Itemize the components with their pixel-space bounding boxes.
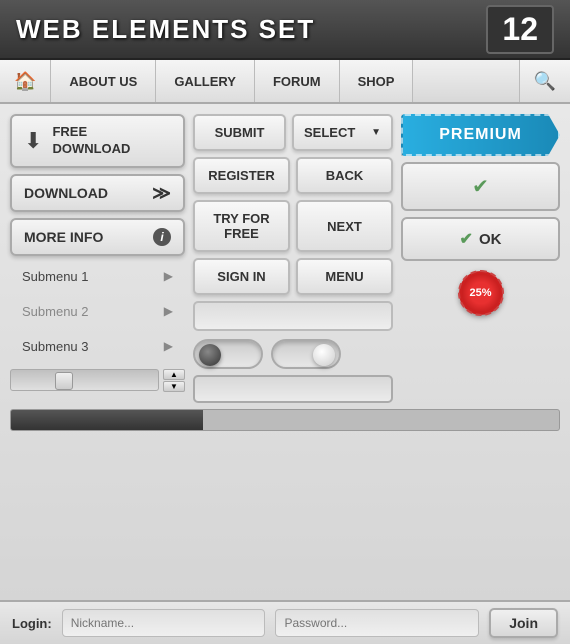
select-arrow-icon: ▼ (371, 127, 381, 138)
header-title: WEB ELEMENTS SET (16, 14, 315, 45)
button-row-4: SIGN IN MENU (193, 258, 393, 295)
slider-up-arrow[interactable]: ▲ (163, 369, 185, 380)
slider-track[interactable] (10, 369, 159, 391)
download-chevron-icon: ≫ (152, 184, 171, 202)
register-button[interactable]: REGISTER (193, 157, 290, 194)
navigation: 🏠 ABOUT US GALLERY FORUM SHOP 🔍 (0, 60, 570, 104)
sign-in-button[interactable]: SIGN IN (193, 258, 290, 295)
toggle-row (193, 339, 393, 369)
top-row: ⬇ FREE DOWNLOAD DOWNLOAD ≫ MORE INFO i S… (10, 114, 560, 403)
seal-badge-area: 25% (401, 271, 560, 315)
long-input-bar[interactable] (193, 375, 393, 403)
next-button[interactable]: NEXT (296, 200, 393, 252)
chevron-right-icon: ▶ (164, 269, 173, 283)
header-number: 12 (486, 5, 554, 54)
toggle-knob-light (313, 344, 335, 366)
nav-home-button[interactable]: 🏠 (0, 60, 51, 102)
submenu-item-2[interactable]: Submenu 2 ▶ (10, 297, 185, 326)
nav-gallery[interactable]: GALLERY (156, 60, 255, 102)
submenu-item-3[interactable]: Submenu 3 ▶ (10, 332, 185, 361)
free-download-button[interactable]: ⬇ FREE DOWNLOAD (10, 114, 185, 168)
chevron-right-icon-2: ▶ (164, 304, 173, 318)
login-label: Login: (12, 616, 52, 631)
nickname-input[interactable] (62, 609, 266, 637)
select-button[interactable]: SELECT ▼ (292, 114, 393, 151)
premium-banner: PREMIUM (401, 114, 560, 156)
progress-bar-fill (11, 410, 203, 430)
mid-input-field[interactable] (193, 301, 393, 331)
try-for-free-button[interactable]: TRY FOR FREE (193, 200, 290, 252)
chevron-right-icon-3: ▶ (164, 339, 173, 353)
download-icon: ⬇ (24, 128, 42, 154)
ok-check-icon: ✔ (460, 229, 473, 249)
toggle-knob-dark (199, 344, 221, 366)
check-icon: ✔ (472, 174, 489, 199)
free-download-label: FREE DOWNLOAD (52, 124, 130, 158)
toggle-dark[interactable] (193, 339, 263, 369)
login-bar: Login: Join (0, 600, 570, 644)
toggle-light[interactable] (271, 339, 341, 369)
info-icon: i (153, 228, 171, 246)
download-button[interactable]: DOWNLOAD ≫ (10, 174, 185, 212)
button-row-1: SUBMIT SELECT ▼ (193, 114, 393, 151)
submenu-item-1[interactable]: Submenu 1 ▶ (10, 262, 185, 291)
middle-column: SUBMIT SELECT ▼ REGISTER BACK TRY FOR FR… (193, 114, 393, 403)
slider-down-arrow[interactable]: ▼ (163, 381, 185, 392)
button-row-2: REGISTER BACK (193, 157, 393, 194)
back-button[interactable]: BACK (296, 157, 393, 194)
left-column: ⬇ FREE DOWNLOAD DOWNLOAD ≫ MORE INFO i S… (10, 114, 185, 392)
submit-button[interactable]: SUBMIT (193, 114, 286, 151)
button-row-3: TRY FOR FREE NEXT (193, 200, 393, 252)
main-content: ⬇ FREE DOWNLOAD DOWNLOAD ≫ MORE INFO i S… (0, 104, 570, 600)
slider-row: ▲ ▼ (10, 369, 185, 392)
nav-search-button[interactable]: 🔍 (519, 60, 570, 102)
password-input[interactable] (275, 609, 479, 637)
header: WEB ELEMENTS SET 12 (0, 0, 570, 60)
slider-arrows: ▲ ▼ (163, 369, 185, 392)
more-info-button[interactable]: MORE INFO i (10, 218, 185, 256)
menu-button[interactable]: MENU (296, 258, 393, 295)
progress-row (10, 409, 560, 431)
discount-seal: 25% (459, 271, 503, 315)
nav-shop[interactable]: SHOP (340, 60, 414, 102)
slider-thumb[interactable] (55, 372, 73, 390)
nav-about-us[interactable]: ABOUT US (51, 60, 156, 102)
nav-forum[interactable]: FORUM (255, 60, 340, 102)
check-button[interactable]: ✔ (401, 162, 560, 211)
ok-button[interactable]: ✔ OK (401, 217, 560, 261)
join-button[interactable]: Join (489, 608, 558, 638)
progress-bar (10, 409, 560, 431)
long-input-row (193, 375, 393, 403)
right-column: PREMIUM ✔ ✔ OK 25% (401, 114, 560, 315)
